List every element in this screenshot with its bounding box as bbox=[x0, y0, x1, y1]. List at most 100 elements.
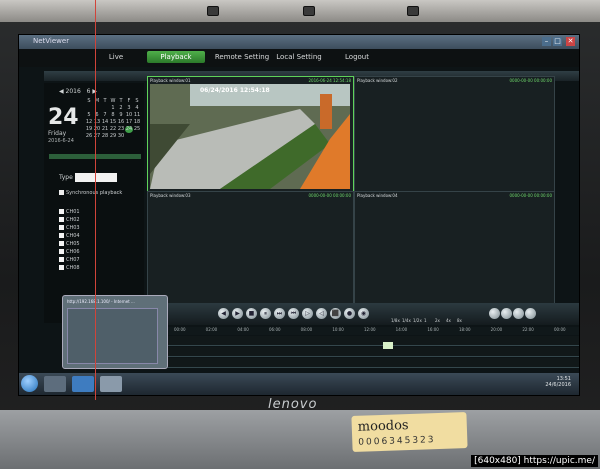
channel-checkbox[interactable] bbox=[59, 217, 64, 222]
calendar-day[interactable]: 14 bbox=[101, 119, 109, 126]
calendar-day[interactable]: 19 bbox=[85, 126, 93, 133]
calendar-weekday-header: S bbox=[135, 98, 139, 104]
playback-control-button[interactable]: ▷ bbox=[302, 308, 313, 319]
calendar-day[interactable]: 12 bbox=[85, 119, 93, 126]
channel-checkbox[interactable] bbox=[59, 241, 64, 246]
view-layout-button[interactable] bbox=[489, 308, 500, 319]
playback-control-button[interactable]: ◁ bbox=[316, 308, 327, 319]
calendar-day[interactable]: 23 bbox=[117, 126, 125, 133]
speed-label[interactable]: 8x bbox=[457, 318, 462, 323]
view-layout-button[interactable] bbox=[525, 308, 536, 319]
calendar-day[interactable]: 22 bbox=[109, 126, 117, 133]
speed-label[interactable]: 4x bbox=[446, 318, 451, 323]
playback-window-4[interactable]: Playback window:04 0000-00-00 00:00:00 bbox=[354, 191, 555, 305]
calendar-day[interactable]: 1 bbox=[109, 105, 117, 112]
playback-window-1[interactable]: Playback window:01 2016-06-24 12:54:18 0… bbox=[147, 76, 354, 192]
taskbar-explorer-icon[interactable] bbox=[44, 376, 66, 392]
calendar-day[interactable]: 17 bbox=[125, 119, 133, 126]
speed-label[interactable]: 2x bbox=[435, 318, 440, 323]
browser-preview-popup[interactable]: http://192.168.1.100/ - Internet ... bbox=[62, 295, 168, 369]
recording-marker[interactable] bbox=[383, 342, 393, 349]
calendar-day[interactable]: 28 bbox=[101, 133, 109, 140]
calendar-day[interactable]: 4 bbox=[133, 105, 141, 112]
calendar-day[interactable]: 7 bbox=[101, 112, 109, 119]
channel-item[interactable]: CH04 bbox=[59, 233, 80, 239]
calendar-day[interactable]: 21 bbox=[101, 126, 109, 133]
playback-control-button[interactable]: ◀ bbox=[218, 308, 229, 319]
calendar-day[interactable]: 9 bbox=[117, 112, 125, 119]
maximize-button[interactable]: □ bbox=[553, 37, 562, 46]
taskbar-app-icon[interactable] bbox=[100, 376, 122, 392]
channel-checkbox[interactable] bbox=[59, 233, 64, 238]
system-clock[interactable]: 13:51 24/6/2016 bbox=[545, 376, 571, 388]
calendar-day[interactable]: 24 bbox=[125, 126, 133, 133]
street-scene-image bbox=[150, 84, 350, 189]
channel-item[interactable]: CH01 bbox=[59, 209, 80, 215]
tab-remote-setting[interactable]: Remote Setting bbox=[211, 51, 273, 63]
timeline-tick: 22:00 bbox=[522, 327, 534, 332]
calendar-day[interactable]: 29 bbox=[109, 133, 117, 140]
timeline-track[interactable] bbox=[147, 347, 579, 357]
playback-control-button[interactable]: ■ bbox=[246, 308, 257, 319]
calendar-day[interactable]: 11 bbox=[133, 112, 141, 119]
channel-item[interactable]: CH08 bbox=[59, 265, 80, 271]
camera-video-feed: 06/24/2016 12:54:18 bbox=[150, 84, 350, 189]
playback-control-button[interactable]: ▶ bbox=[232, 308, 243, 319]
channel-item[interactable]: CH05 bbox=[59, 241, 80, 247]
playback-control-button[interactable]: ● bbox=[344, 308, 355, 319]
calendar-day[interactable]: 2 bbox=[117, 105, 125, 112]
calendar-day[interactable]: 15 bbox=[109, 119, 117, 126]
timeline-track[interactable] bbox=[147, 358, 579, 368]
playback-window-3[interactable]: Playback window:03 0000-00-00 00:00:00 bbox=[147, 191, 354, 305]
speed-label[interactable]: 1/4x bbox=[402, 318, 411, 323]
tab-live[interactable]: Live bbox=[99, 51, 133, 63]
channel-item[interactable]: CH03 bbox=[59, 225, 80, 231]
sync-playback[interactable]: Synchronous playback bbox=[59, 190, 122, 196]
speed-label[interactable]: 1/8x bbox=[391, 318, 400, 323]
playback-window-2[interactable]: Playback window:02 0000-00-00 00:00:00 bbox=[354, 76, 555, 192]
calendar-day[interactable]: 25 bbox=[133, 126, 141, 133]
channel-item[interactable]: CH02 bbox=[59, 217, 80, 223]
window-timestamp: 0000-00-00 00:00:00 bbox=[509, 193, 552, 198]
channel-item[interactable]: CH07 bbox=[59, 257, 80, 263]
wall-fixture-2 bbox=[407, 6, 419, 16]
window-timestamp: 0000-00-00 00:00:00 bbox=[308, 193, 351, 198]
calendar-day[interactable]: 5 bbox=[85, 112, 93, 119]
playback-control-button[interactable]: ⏸ bbox=[260, 308, 271, 319]
laptop-screen: NetViewer – □ ✕ Live Playback Remote Set… bbox=[18, 34, 580, 396]
tab-local-setting[interactable]: Local Setting bbox=[271, 51, 327, 63]
taskbar-ie-icon[interactable] bbox=[72, 376, 94, 392]
calendar-day[interactable]: 10 bbox=[125, 112, 133, 119]
channel-label: CH04 bbox=[66, 233, 80, 239]
tab-logout[interactable]: Logout bbox=[337, 51, 377, 63]
timeline-track[interactable] bbox=[147, 336, 579, 346]
playback-control-button[interactable]: ⬛ bbox=[330, 308, 341, 319]
calendar-day[interactable]: 16 bbox=[117, 119, 125, 126]
close-button[interactable]: ✕ bbox=[566, 37, 575, 46]
channel-item[interactable]: CH06 bbox=[59, 249, 80, 255]
calendar-day[interactable]: 8 bbox=[109, 112, 117, 119]
channel-checkbox[interactable] bbox=[59, 249, 64, 254]
calendar-day[interactable]: 18 bbox=[133, 119, 141, 126]
channel-label: CH03 bbox=[66, 225, 80, 231]
playback-control-button[interactable]: ⏭ bbox=[274, 308, 285, 319]
channel-checkbox[interactable] bbox=[59, 257, 64, 262]
channel-checkbox[interactable] bbox=[59, 225, 64, 230]
calendar-day[interactable]: 30 bbox=[117, 133, 125, 140]
tab-playback[interactable]: Playback bbox=[147, 51, 205, 63]
start-button[interactable] bbox=[21, 375, 38, 392]
playback-control-button[interactable]: ⏮ bbox=[288, 308, 299, 319]
type-input[interactable] bbox=[75, 173, 117, 182]
speed-label[interactable]: 1/2x bbox=[413, 318, 422, 323]
playback-control-button[interactable]: ◉ bbox=[358, 308, 369, 319]
wall-fixture bbox=[207, 6, 219, 16]
calendar-day[interactable]: 3 bbox=[125, 105, 133, 112]
view-layout-button[interactable] bbox=[501, 308, 512, 319]
minimize-button[interactable]: – bbox=[542, 37, 551, 46]
channel-checkbox[interactable] bbox=[59, 209, 64, 214]
speed-label[interactable]: 1 bbox=[424, 318, 427, 323]
calendar-day[interactable]: 26 bbox=[85, 133, 93, 140]
view-layout-button[interactable] bbox=[513, 308, 524, 319]
channel-checkbox[interactable] bbox=[59, 265, 64, 270]
sync-checkbox[interactable] bbox=[59, 190, 64, 195]
